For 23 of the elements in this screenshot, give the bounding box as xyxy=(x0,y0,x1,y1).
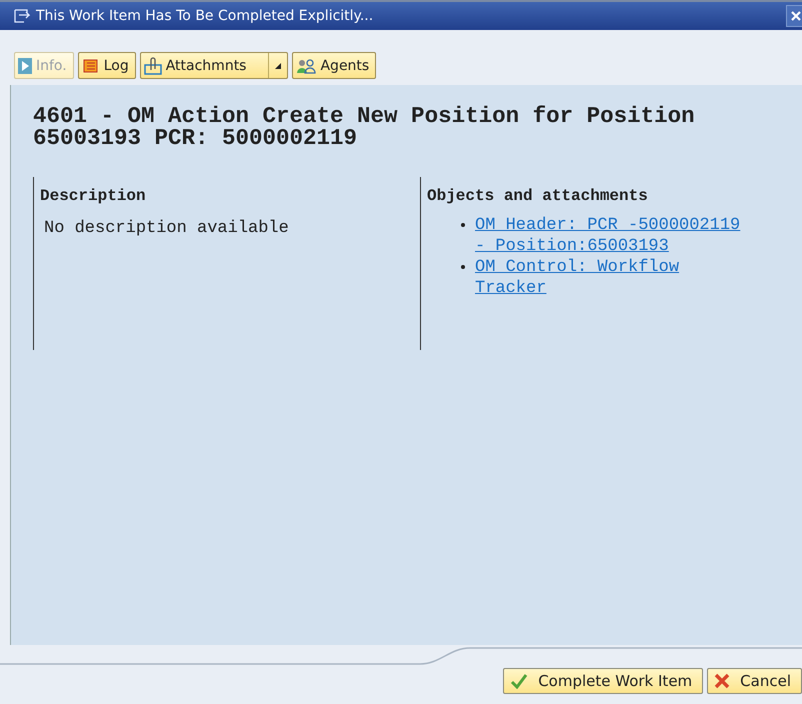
window-icon xyxy=(14,9,30,23)
window-title: This Work Item Has To Be Completed Explicitly... xyxy=(36,8,374,24)
section-title: Objects and attachments xyxy=(427,187,649,205)
bullet-icon xyxy=(461,265,465,269)
object-link[interactable]: OM Control: Workflow Tracker xyxy=(475,257,750,299)
cancel-button[interactable]: Cancel xyxy=(707,668,802,694)
close-icon xyxy=(791,11,801,21)
close-icon xyxy=(714,673,730,689)
description-text: No description available xyxy=(44,219,290,238)
section-title: Description xyxy=(40,187,147,205)
paperclip-icon xyxy=(144,56,162,74)
toolbar-button[interactable]: Log xyxy=(78,52,136,79)
toolbar-button[interactable]: Agents xyxy=(292,52,376,79)
close-button[interactable] xyxy=(786,5,802,27)
complete-button[interactable]: Complete Work Item xyxy=(503,668,704,694)
object-link[interactable]: OM Header: PCR -5000002119 - Position:65003193 xyxy=(475,215,750,257)
work-item-heading: 4601 - OM Action Create New Position for Position 65003193 PCR: 5000002119 xyxy=(33,105,696,149)
scroll-icon xyxy=(82,58,100,74)
toolbar-button[interactable]: Attachmnts xyxy=(140,52,288,79)
checkmark-icon xyxy=(510,673,528,689)
people-icon xyxy=(296,58,316,74)
bullet-icon xyxy=(461,223,465,227)
play-icon xyxy=(18,58,32,74)
